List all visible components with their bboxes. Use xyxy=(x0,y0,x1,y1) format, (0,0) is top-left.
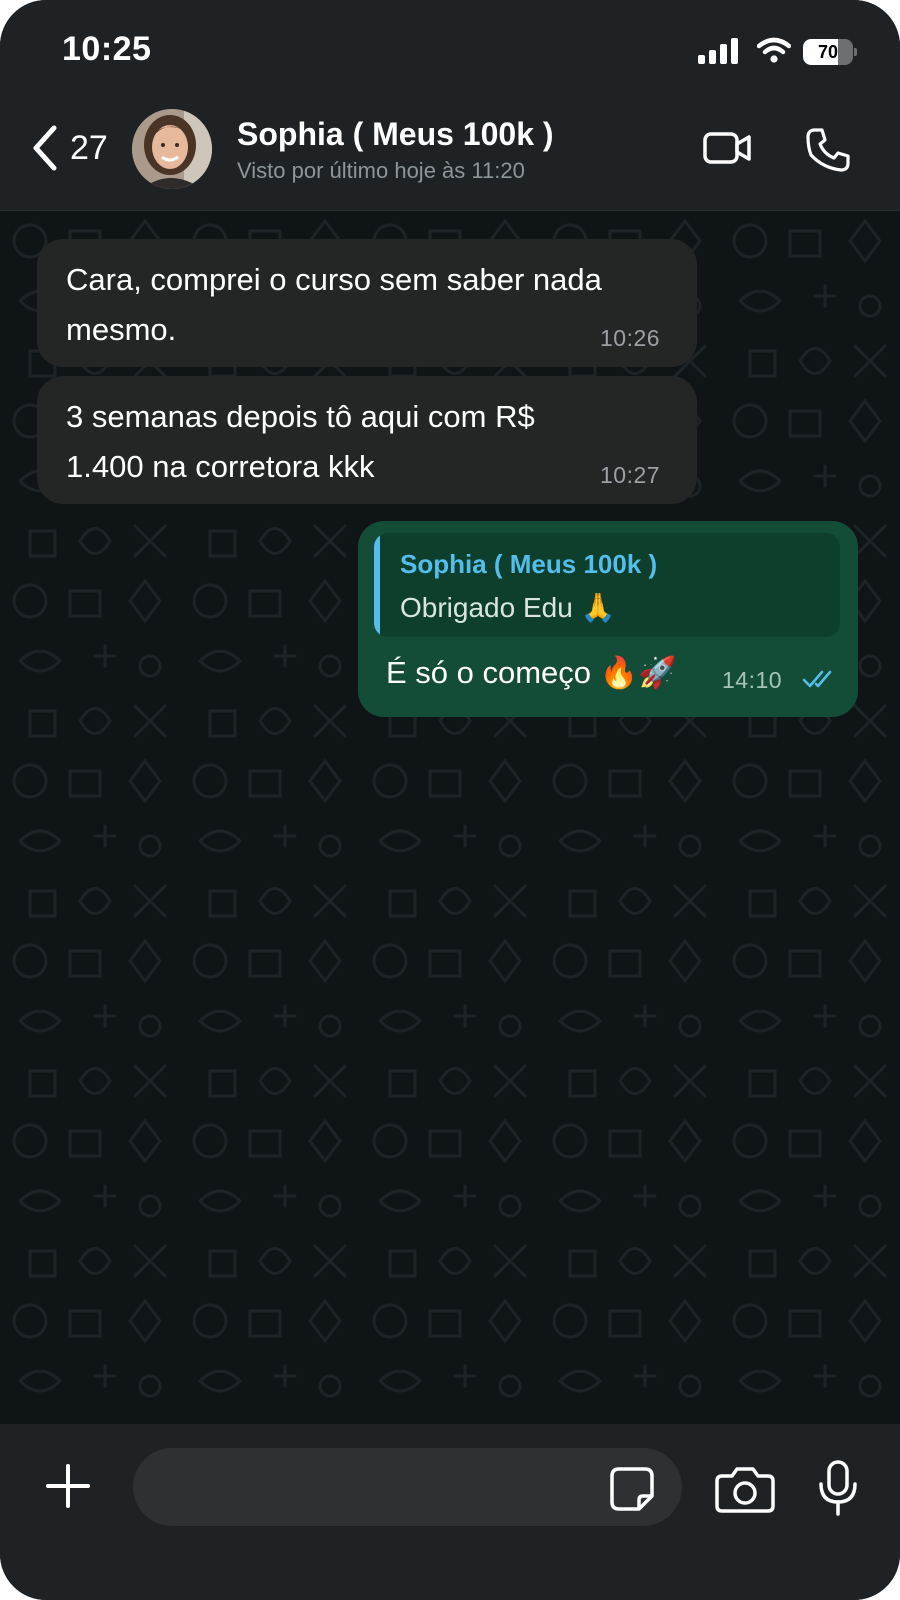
message-text: É só o começo 🔥🚀 xyxy=(386,655,677,690)
message-list[interactable]: Cara, comprei o curso sem saber nada mes… xyxy=(0,211,900,1424)
battery-level: 70 xyxy=(817,42,839,62)
avatar[interactable] xyxy=(132,109,212,189)
battery-indicator: 70 xyxy=(803,39,857,65)
plus-icon[interactable] xyxy=(44,1462,92,1510)
camera-icon[interactable] xyxy=(714,1466,776,1514)
phone-icon[interactable] xyxy=(805,127,851,173)
message-time: 10:26 xyxy=(600,325,661,351)
chevron-left-icon xyxy=(33,125,57,171)
quoted-message[interactable]: Sophia ( Meus 100k ) Obrigado Edu 🙏 xyxy=(374,533,840,637)
message-text-line: Cara, comprei o curso sem saber nada xyxy=(66,262,602,297)
incoming-message[interactable]: 3 semanas depois tô aqui com R$ 1.400 na… xyxy=(37,376,697,504)
back-button[interactable]: 27 xyxy=(30,124,108,172)
microphone-icon[interactable] xyxy=(818,1460,858,1516)
quote-accent-bar xyxy=(374,533,380,637)
message-input[interactable] xyxy=(133,1448,682,1526)
message-text-line: mesmo. xyxy=(66,312,177,347)
sticker-icon[interactable] xyxy=(609,1466,655,1512)
chat-header: 10:25 70 27 Sophia (Meus 100k) Visto p… xyxy=(0,0,900,211)
incoming-message[interactable]: Cara, comprei o curso sem saber nada mes… xyxy=(37,239,697,367)
contact-name[interactable]: Sophia ( Meus 100k ) xyxy=(237,116,554,153)
phone-screen: 10:25 70 27 Sophia (Meus 100k) Visto p… xyxy=(0,0,900,1600)
message-time: 14:10 xyxy=(722,667,783,693)
wifi-icon xyxy=(757,37,791,63)
message-time: 10:27 xyxy=(600,462,661,488)
composer-bar xyxy=(0,1424,900,1600)
message-text-line: 3 semanas depois tô aqui com R$ xyxy=(66,399,535,434)
signal-icon xyxy=(698,38,738,64)
quoted-text: Obrigado Edu 🙏 xyxy=(400,592,616,623)
message-text-line: 1.400 na corretora kkk xyxy=(66,449,375,484)
last-seen-status: Visto por último hoje às 11:20 xyxy=(237,158,525,183)
unread-count: 27 xyxy=(70,128,108,167)
outgoing-message[interactable]: Sophia ( Meus 100k ) Obrigado Edu 🙏 É só… xyxy=(358,521,858,717)
double-check-read-icon xyxy=(802,670,832,688)
quoted-author: Sophia ( Meus 100k ) xyxy=(400,549,658,579)
video-camera-icon[interactable] xyxy=(703,132,751,164)
status-time: 10:25 xyxy=(62,30,152,68)
